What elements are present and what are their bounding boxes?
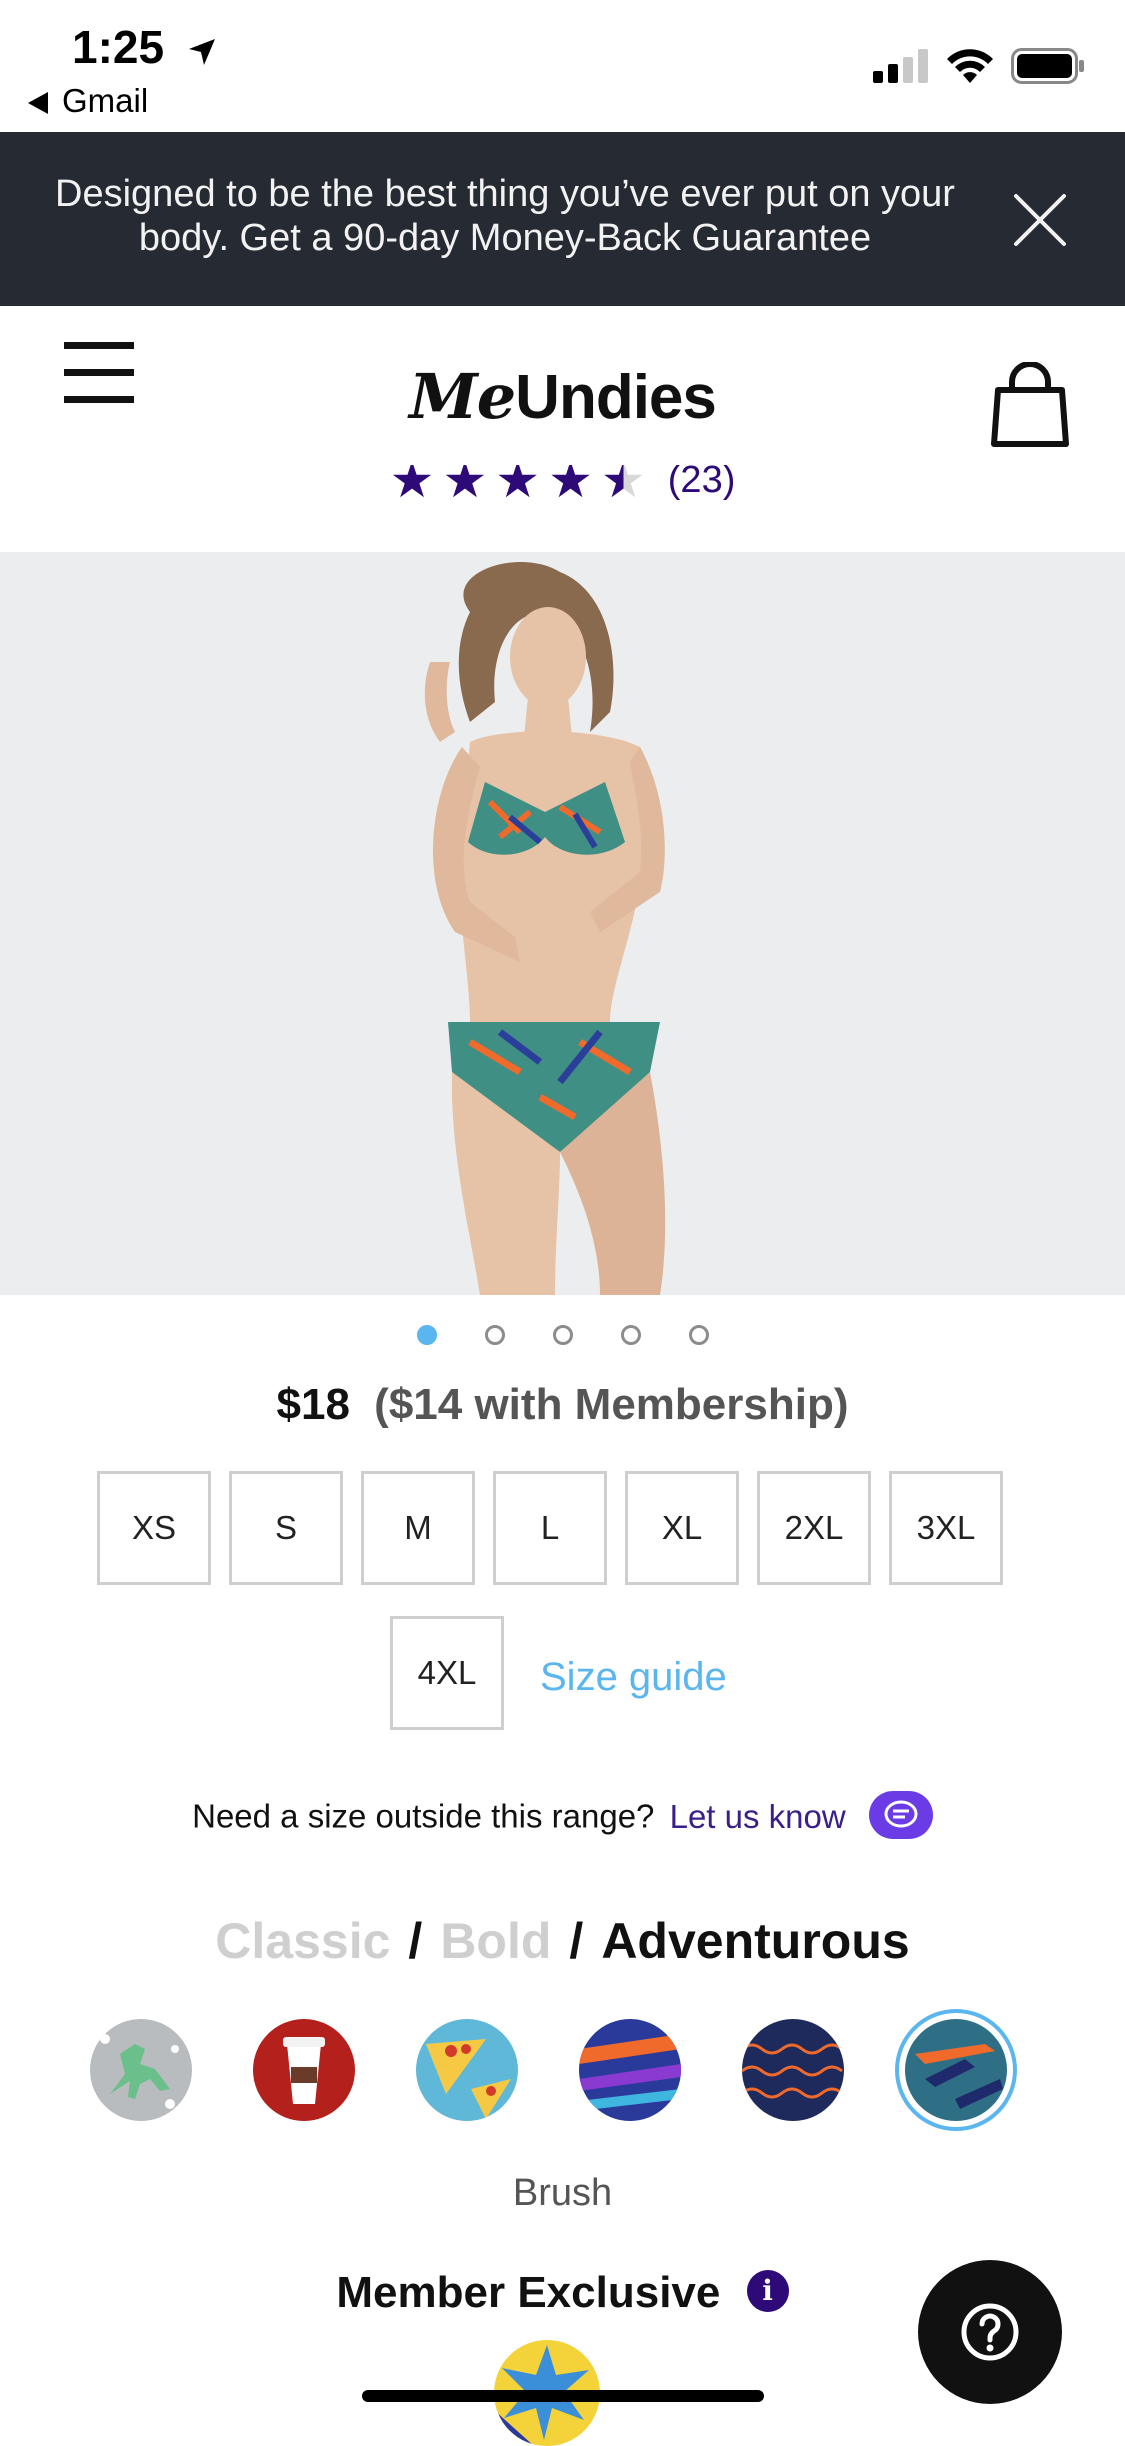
promo-text: Designed to be the best thing you’ve eve… (55, 173, 955, 259)
cellular-signal-icon (873, 49, 928, 83)
close-icon (1014, 194, 1066, 246)
size-label: XS (131, 1509, 177, 1546)
status-bar-time: 1:25 (72, 20, 217, 78)
swatch-brush[interactable] (905, 2019, 1007, 2121)
category-separator: / (569, 1913, 584, 1969)
question-circle-icon (961, 2303, 1019, 2361)
swatch-pizza[interactable] (416, 2019, 518, 2121)
member-price: ($14 with Membership) (374, 1380, 849, 1429)
promo-banner: Designed to be the best thing you’ve eve… (0, 132, 1125, 306)
size-option-m[interactable]: M (361, 1471, 475, 1585)
category-separator: / (408, 1913, 423, 1969)
size-option-xs[interactable]: XS (97, 1471, 211, 1585)
chat-bubble-icon[interactable] (868, 1791, 933, 1839)
style-category-selector: Classic / Bold / Adventurous (0, 1912, 1125, 1970)
half-star-icon: ★ (601, 465, 646, 505)
size-label: M (404, 1509, 432, 1546)
logo-me: Me (409, 360, 516, 433)
price: $18 (276, 1380, 350, 1429)
carousel-dot[interactable] (416, 1325, 437, 1345)
member-exclusive-label: Member Exclusive (336, 2268, 721, 2317)
carousel-dot[interactable] (688, 1325, 709, 1345)
price-line: $18 ($14 with Membership) (0, 1380, 1125, 1430)
star-icon: ★ (548, 465, 593, 505)
size-label: XL (661, 1509, 703, 1546)
selected-pattern-name: Brush (512, 2172, 613, 2214)
category-classic[interactable]: Classic (215, 1913, 390, 1969)
help-button[interactable] (918, 2260, 1062, 2404)
model-photo (0, 552, 1125, 1295)
size-request-text: Need a size outside this range? (192, 1797, 655, 1835)
size-option-4xl[interactable]: 4XL (390, 1616, 504, 1730)
brand-logo[interactable]: MeUndies (0, 360, 1125, 433)
let-us-know-link[interactable]: Let us know (670, 1798, 846, 1835)
carousel-dots (0, 1325, 1125, 1345)
dinosaur-pattern-icon (90, 2019, 192, 2121)
home-indicator (362, 2390, 764, 2402)
size-guide-link[interactable]: Size guide (540, 1655, 727, 1700)
swatch-wave[interactable] (742, 2019, 844, 2121)
wave-pattern-icon (742, 2019, 844, 2121)
product-image[interactable] (0, 552, 1125, 1295)
menu-line-icon (64, 342, 134, 349)
info-icon[interactable]: i (746, 2270, 789, 2313)
battery-icon (1011, 48, 1084, 84)
back-to-app-link[interactable]: Gmail (28, 82, 148, 120)
wifi-icon (947, 49, 993, 83)
brush-stroke-pattern-icon (579, 2019, 681, 2121)
logo-undies: Undies (515, 363, 717, 432)
size-label: 4XL (417, 1654, 477, 1691)
carousel-dot[interactable] (484, 1325, 505, 1345)
close-banner-button[interactable] (1010, 190, 1070, 255)
swatch-brush-stroke[interactable] (579, 2019, 681, 2121)
size-option-xl[interactable]: XL (625, 1471, 739, 1585)
size-label: L (540, 1509, 560, 1546)
size-option-2xl[interactable]: 2XL (757, 1471, 871, 1585)
size-option-l[interactable]: L (493, 1471, 607, 1585)
pizza-pattern-icon (416, 2019, 518, 2121)
swatch-dinosaur[interactable] (90, 2019, 192, 2121)
size-label: 2XL (784, 1509, 844, 1546)
star-icon: ★ (389, 465, 435, 505)
shopping-bag-button[interactable] (990, 361, 1070, 453)
status-icons (873, 48, 1085, 84)
brush-pattern-icon (905, 2019, 1007, 2121)
coffee-cup-pattern-icon (253, 2019, 355, 2121)
location-arrow-icon (187, 24, 217, 78)
category-bold[interactable]: Bold (440, 1913, 551, 1969)
back-app-label: Gmail (62, 82, 149, 119)
back-triangle-icon (28, 92, 48, 115)
star-icon: ★ (442, 465, 488, 505)
carousel-dot[interactable] (620, 1325, 641, 1345)
review-count: (23) (667, 465, 736, 501)
size-label: 3XL (916, 1509, 976, 1546)
product-rating[interactable]: ★ ★ ★ ★ ★ (23) (0, 465, 1125, 505)
category-adventurous[interactable]: Adventurous (601, 1913, 909, 1969)
size-label: S (274, 1509, 297, 1546)
size-option-3xl[interactable]: 3XL (889, 1471, 1003, 1585)
size-option-s[interactable]: S (229, 1471, 343, 1585)
swatch-coffee[interactable] (253, 2019, 355, 2121)
time-text: 1:25 (72, 21, 165, 73)
size-request-line: Need a size outside this range? Let us k… (0, 1791, 1125, 1843)
shopping-bag-icon (991, 361, 1069, 447)
carousel-dot[interactable] (552, 1325, 573, 1345)
star-icon: ★ (495, 465, 541, 505)
